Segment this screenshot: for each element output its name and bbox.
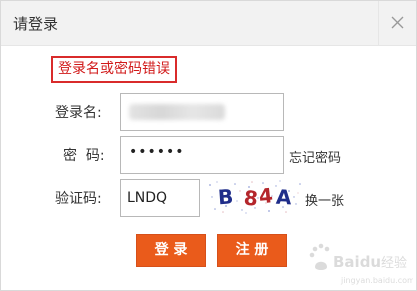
captcha-label: 验证码:	[55, 191, 102, 207]
svg-text:经验: 经验	[381, 255, 407, 271]
svg-text:Baidu: Baidu	[333, 253, 381, 271]
forgot-password-link[interactable]: 忘记密码	[289, 147, 341, 166]
error-message: 登录名或密码错误	[51, 56, 177, 83]
captcha-image[interactable]: B 8 4 A	[206, 179, 302, 215]
close-icon	[391, 16, 404, 29]
svg-text:jingyan.baidu.com: jingyan.baidu.com	[340, 276, 413, 285]
login-button[interactable]: 登 录	[136, 234, 206, 267]
register-button[interactable]: 注 册	[217, 234, 287, 267]
refresh-captcha-link[interactable]: 换一张	[305, 190, 344, 209]
captcha-char-2: 8	[243, 185, 259, 210]
password-label: 密 码:	[63, 148, 105, 164]
captcha-char-4: A	[275, 185, 292, 210]
password-input[interactable]	[120, 136, 284, 174]
captcha-input[interactable]	[120, 179, 200, 217]
username-label: 登录名:	[55, 105, 102, 121]
dialog-title: 请登录	[13, 15, 59, 33]
username-input[interactable]	[120, 93, 284, 131]
close-button[interactable]	[378, 1, 416, 45]
login-dialog: 请登录 登录名或密码错误 登录名: 密 码: •••••• 忘记密码 验证码:	[0, 0, 417, 291]
baidu-jingyan-watermark-logo: Baidu 经验 jingyan.baidu.com	[309, 243, 413, 285]
dialog-titlebar: 请登录	[1, 1, 416, 46]
captcha-char-1: B	[217, 184, 234, 209]
captcha-char-3: 4	[258, 183, 274, 208]
